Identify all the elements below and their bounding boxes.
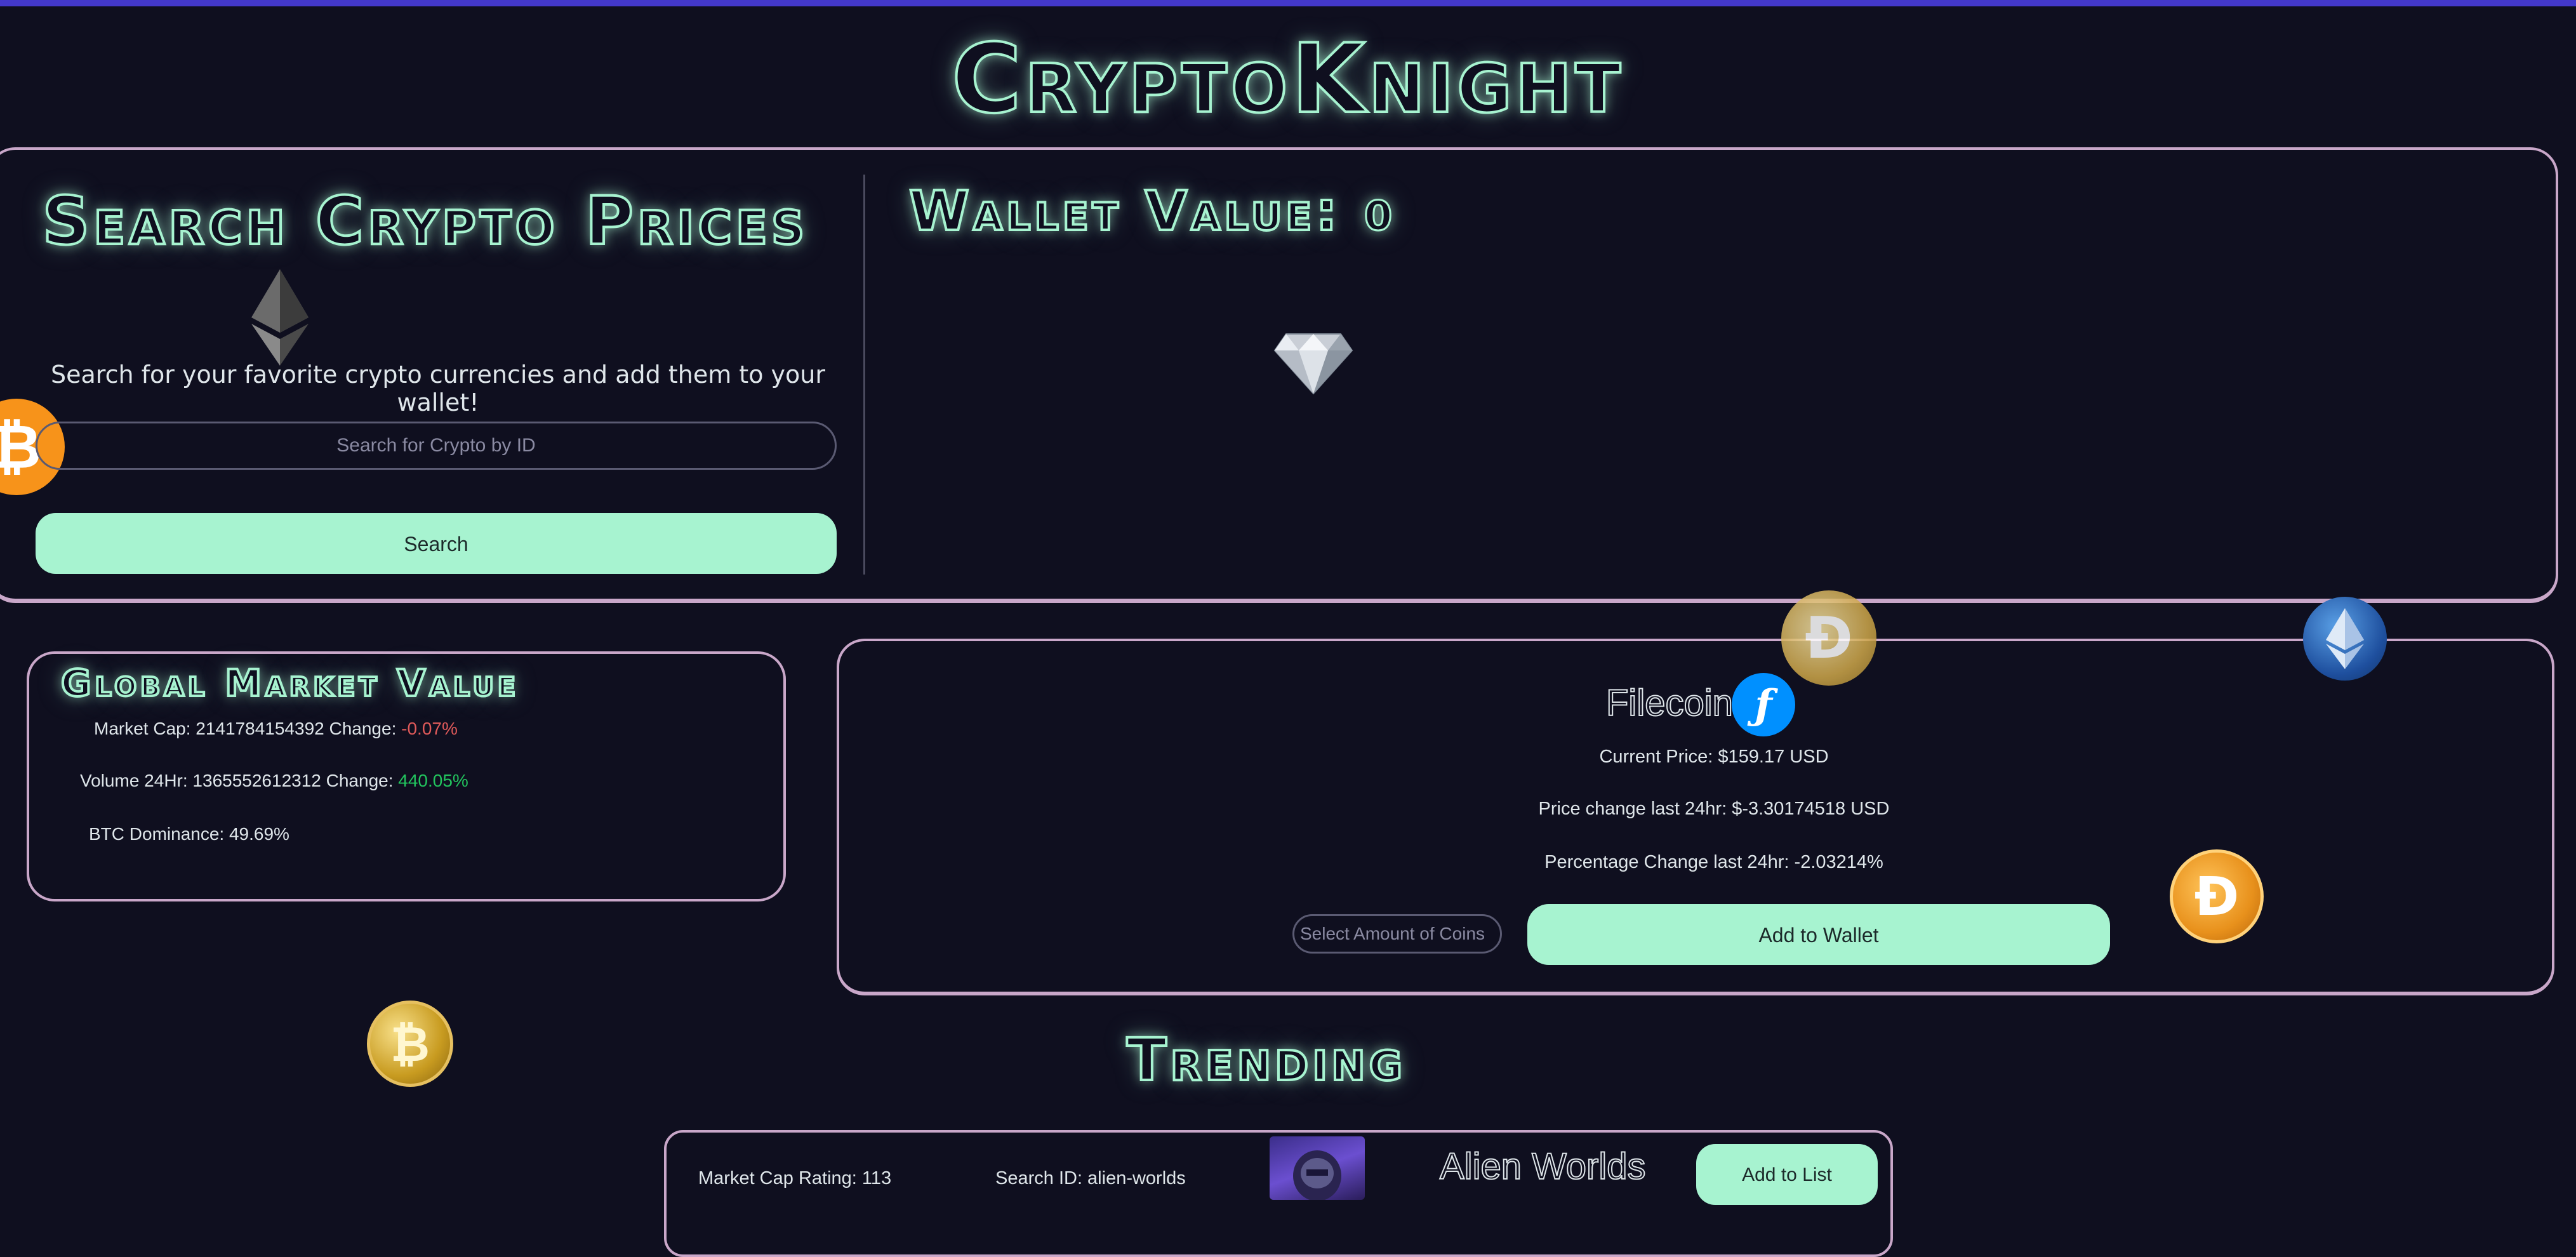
volume-label: Volume 24Hr: 1365552612312 Change: xyxy=(80,771,394,790)
panel-divider xyxy=(863,175,865,575)
diamond-icon xyxy=(1273,333,1353,395)
volume-change: 440.05% xyxy=(398,771,468,790)
btc-dominance: BTC Dominance: 49.69% xyxy=(89,824,289,844)
app-title: CryptoKnight xyxy=(950,23,1624,136)
wallet-value-amount: 0 xyxy=(1363,192,1397,241)
search-title: Search Crypto Prices xyxy=(41,181,809,261)
trending-market-cap-rating: Market Cap Rating: 113 xyxy=(698,1168,892,1188)
alien-worlds-thumbnail xyxy=(1270,1136,1365,1200)
coin-name: Filecoin xyxy=(1605,682,1734,724)
search-button[interactable]: Search xyxy=(36,513,837,574)
alien-helmet-icon xyxy=(1293,1150,1341,1200)
coin-amount-input[interactable] xyxy=(1292,914,1502,954)
wallet-value: Wallet Value: 0 xyxy=(908,176,1397,251)
wallet-value-label: Wallet Value: xyxy=(908,178,1341,244)
volume-line: Volume 24Hr: 1365552612312 Change: 440.0… xyxy=(80,771,468,791)
trending-search-id: Search ID: alien-worlds xyxy=(995,1168,1186,1188)
add-to-list-button[interactable]: Add to List xyxy=(1696,1144,1878,1205)
trending-title: Trending xyxy=(1125,1025,1407,1095)
global-market-title: Global Market Value xyxy=(60,660,519,706)
coin-percent-change: Percentage Change last 24hr: -2.03214% xyxy=(1544,852,1883,872)
market-cap-label: Market Cap: 2141784154392 Change: xyxy=(94,719,397,738)
dogecoin-gold-icon: Ð xyxy=(2170,849,2264,943)
market-cap-line: Market Cap: 2141784154392 Change: -0.07% xyxy=(94,719,458,739)
market-cap-change: -0.07% xyxy=(401,719,458,738)
top-accent-bar xyxy=(0,0,2576,6)
ethereum-icon xyxy=(251,269,309,366)
coin-price-change: Price change last 24hr: $-3.30174518 USD xyxy=(1538,799,1890,819)
ethereum-diamond-icon xyxy=(2326,608,2364,669)
search-description: Search for your favorite crypto currenci… xyxy=(51,361,825,416)
search-input[interactable] xyxy=(36,422,837,470)
ethereum-blue-icon xyxy=(2303,597,2387,681)
coin-current-price: Current Price: $159.17 USD xyxy=(1599,747,1829,767)
add-to-wallet-button[interactable]: Add to Wallet xyxy=(1527,904,2110,965)
trending-coin-name: Alien Worlds xyxy=(1439,1145,1646,1188)
dogecoin-icon: Ð xyxy=(1781,590,1876,686)
filecoin-icon: ƒ xyxy=(1732,673,1795,736)
